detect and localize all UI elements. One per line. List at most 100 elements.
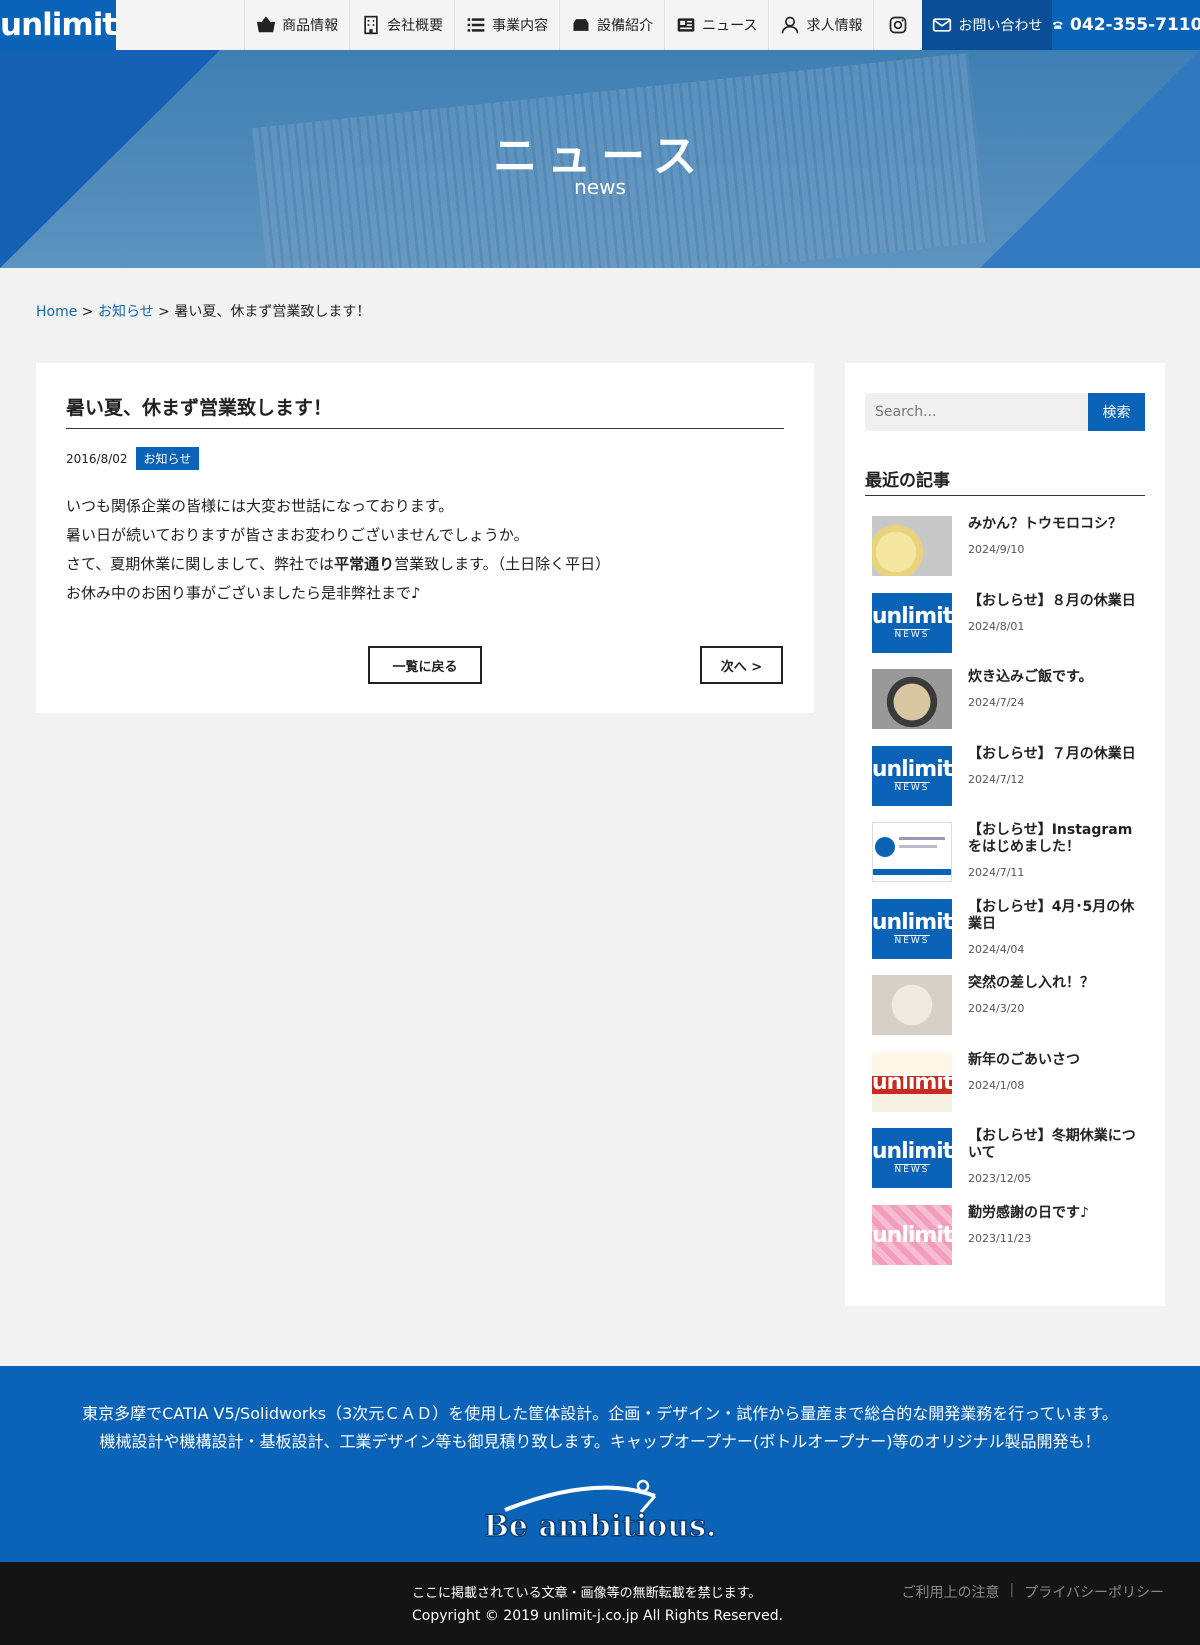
user-icon <box>782 16 799 34</box>
recent-post-item[interactable]: unlimit NEWS 【おしらせ】冬期休業について 2023/12/05 <box>865 1128 1145 1205</box>
footer-line: 機械設計や機構設計・基板設計、工業デザイン等も御見積り致します。キャップオープナ… <box>99 1432 1101 1451</box>
article-body: いつも関係企業の皆様には大変お世話になっております。 暑い日が続いておりますが皆… <box>66 492 784 608</box>
article-pager: 一覧に戻る 次へ > <box>66 646 784 686</box>
site-logo[interactable]: unlimit <box>0 0 117 50</box>
post-thumbnail[interactable] <box>872 822 952 882</box>
recent-post-item[interactable]: 突然の差し入れ！？ 2024/3/20 <box>865 975 1145 1052</box>
recent-post-date: 2024/7/11 <box>968 866 1025 879</box>
recent-post-item[interactable]: unlimit NEWS 【おしらせ】4月･5月の休業日 2024/4/04 <box>865 898 1145 976</box>
footer-description: 東京多摩でCATIA V5/Solidworks（3次元ＣＡＤ）を使用した筐体設… <box>0 1400 1200 1456</box>
breadcrumb-category[interactable]: お知らせ <box>98 304 154 320</box>
nav-item-business[interactable]: 事業内容 <box>454 0 559 50</box>
thumbnail-logo: unlimit <box>872 603 952 629</box>
phone-number: 042-355-7110 <box>1070 15 1200 35</box>
breadcrumb-home[interactable]: Home <box>36 304 77 320</box>
post-thumbnail[interactable]: unlimit NEWS <box>872 898 952 959</box>
recent-post-item[interactable]: みかん？トウモロコシ？ 2024/9/10 <box>865 516 1145 593</box>
copyright-notice: ここに掲載されている文章・画像等の無断転載を禁じます。 <box>412 1586 762 1601</box>
post-thumbnail[interactable]: unlimit <box>872 1051 952 1112</box>
recent-post-title[interactable]: 炊き込みご飯です。 <box>968 669 1138 686</box>
body-text-emphasis: 平常通り <box>334 555 395 573</box>
footer-links: ご利用上の注意 | プライバシーポリシー <box>902 1582 1164 1602</box>
recent-post-date: 2024/8/01 <box>968 619 1025 633</box>
contact-button[interactable]: お問い合わせ <box>922 0 1053 50</box>
thumbnail-logo: unlimit <box>872 1139 952 1164</box>
category-badge[interactable]: お知らせ <box>135 447 200 470</box>
nav-item-equipment[interactable]: 設備紹介 <box>559 0 664 50</box>
terms-link[interactable]: ご利用上の注意 <box>902 1582 1000 1602</box>
back-to-list-button[interactable]: 一覧に戻る <box>368 646 482 684</box>
sidebar: 検索 最近の記事 みかん？トウモロコシ？2024/9/10 unlimitNEW… <box>845 363 1165 1306</box>
footer-bottom: ここに掲載されている文章・画像等の無断転載を禁じます。 Copyright © … <box>0 1562 1200 1645</box>
recent-post-item[interactable]: unlimit 勤労感謝の日です♪ 2023/11/23 <box>865 1204 1145 1282</box>
recent-post-title[interactable]: 【おしらせ】Instagramをはじめました！ <box>968 822 1138 856</box>
recent-posts-heading: 最近の記事 <box>865 466 1145 496</box>
search-input[interactable] <box>865 393 1088 431</box>
article-card: 暑い夏、休まず営業致します！ 2016/8/02 お知らせ いつも関係企業の皆様… <box>36 363 814 713</box>
body-paragraph: お休み中のお困り事がございましたら是非弊社まで♪ <box>66 584 421 602</box>
nav-item-recruit[interactable]: 求人情報 <box>768 0 873 50</box>
recent-posts-list: みかん？トウモロコシ？ 2024/9/10 unlimit NEWS 【おしらせ】８… <box>865 516 1145 1281</box>
recent-post-title[interactable]: 突然の差し入れ！？ <box>968 975 1138 992</box>
recent-post-title[interactable]: 【おしらせ】７月の休業日 <box>968 746 1138 763</box>
footer-line: 東京多摩でCATIA V5/Solidworks（3次元ＣＡＤ）を使用した筐体設… <box>82 1404 1118 1423</box>
recent-post-title[interactable]: みかん？トウモロコシ？ <box>968 516 1138 533</box>
article-date: 2016/8/02 <box>66 451 128 466</box>
mail-icon <box>933 18 952 32</box>
article-meta: 2016/8/02 お知らせ <box>66 447 784 470</box>
recent-post-item[interactable]: unlimit NEWS 【おしらせ】７月の休業日 2024/7/12 <box>865 745 1145 823</box>
post-thumbnail[interactable] <box>872 516 952 576</box>
recent-post-title[interactable]: 【おしらせ】冬期休業について <box>968 1128 1138 1162</box>
recent-post-date: 2023/12/05 <box>968 1172 1032 1185</box>
next-article-button[interactable]: 次へ > <box>700 646 783 684</box>
nav-item-instagram[interactable] <box>873 0 922 50</box>
thumbnail-logo: unlimit <box>872 909 952 935</box>
recent-post-title[interactable]: 勤労感謝の日です♪ <box>968 1205 1138 1222</box>
recent-post-date: 2024/1/08 <box>968 1078 1025 1092</box>
nav-item-company[interactable]: 会社概要 <box>349 0 454 50</box>
body-text-segment: さて、夏期休業に関しまして、弊社では <box>66 555 335 573</box>
recent-post-date: 2024/9/10 <box>968 543 1025 556</box>
nav-item-products[interactable]: 商品情報 <box>244 0 349 50</box>
nav-label: 求人情報 <box>806 18 863 34</box>
body-paragraph: 暑い日が続いておりますが皆さまお変わりございませんでしょうか。 <box>66 526 529 544</box>
recent-post-item[interactable]: 【おしらせ】Instagramをはじめました！ 2024/7/11 <box>865 822 1145 899</box>
phone-icon <box>1053 21 1064 29</box>
recent-post-title[interactable]: 【おしらせ】８月の休業日 <box>968 593 1138 610</box>
thumbnail-news-label: NEWS <box>894 1164 930 1175</box>
recent-post-item[interactable]: unlimit 新年のごあいさつ 2024/1/08 <box>865 1051 1145 1129</box>
recent-post-date: 2023/11/23 <box>968 1231 1032 1245</box>
thumbnail-news-label: NEWS <box>894 781 930 793</box>
post-thumbnail[interactable]: unlimit NEWS <box>872 592 952 653</box>
post-thumbnail[interactable]: unlimit NEWS <box>872 745 952 806</box>
recent-post-date: 2024/3/20 <box>968 1002 1025 1015</box>
post-thumbnail[interactable]: unlimit NEWS <box>872 1128 952 1188</box>
nav-label: 商品情報 <box>282 18 339 34</box>
privacy-policy-link[interactable]: プライバシーポリシー <box>1024 1582 1164 1602</box>
recent-post-item[interactable]: 炊き込みご飯です。 2024/7/24 <box>865 669 1145 746</box>
nav-item-news[interactable]: ニュース <box>664 0 768 50</box>
search-form: 検索 <box>865 393 1145 431</box>
recent-post-title[interactable]: 新年のごあいさつ <box>968 1052 1138 1069</box>
post-thumbnail[interactable]: unlimit <box>872 1204 952 1265</box>
hero-banner: ニュース news <box>0 50 1200 268</box>
breadcrumb-separator: > <box>158 304 170 320</box>
body-paragraph: いつも関係企業の皆様には大変お世話になっております。 <box>66 497 454 515</box>
breadcrumb-current: 暑い夏、休まず営業致します！ <box>174 304 371 320</box>
recent-post-title[interactable]: 【おしらせ】4月･5月の休業日 <box>968 899 1138 933</box>
main-nav: 商品情報 会社概要 事業内容 設備紹介 ニュース 求人情報 お問い合わせ 042… <box>244 0 1200 50</box>
basket-icon <box>257 16 276 33</box>
newspaper-icon <box>677 18 695 32</box>
footer-logo-text: Be ambitious. <box>485 1509 715 1544</box>
article-title: 暑い夏、休まず営業致します！ <box>66 393 784 429</box>
search-button[interactable]: 検索 <box>1088 393 1145 431</box>
body-paragraph: さて、夏期休業に関しまして、弊社では平常通り営業致します。（土日除く平日） <box>66 550 784 579</box>
post-thumbnail[interactable] <box>872 975 952 1035</box>
nav-label: 事業内容 <box>492 18 549 34</box>
phone-link[interactable]: 042-355-7110 <box>1052 0 1200 50</box>
recent-post-item[interactable]: unlimit NEWS 【おしらせ】８月の休業日 2024/8/01 <box>865 592 1145 670</box>
machine-icon <box>573 19 589 31</box>
be-ambitious-logo: Be ambitious. <box>483 1479 717 1545</box>
post-thumbnail[interactable] <box>872 669 952 729</box>
nav-label: ニュース <box>702 18 758 34</box>
